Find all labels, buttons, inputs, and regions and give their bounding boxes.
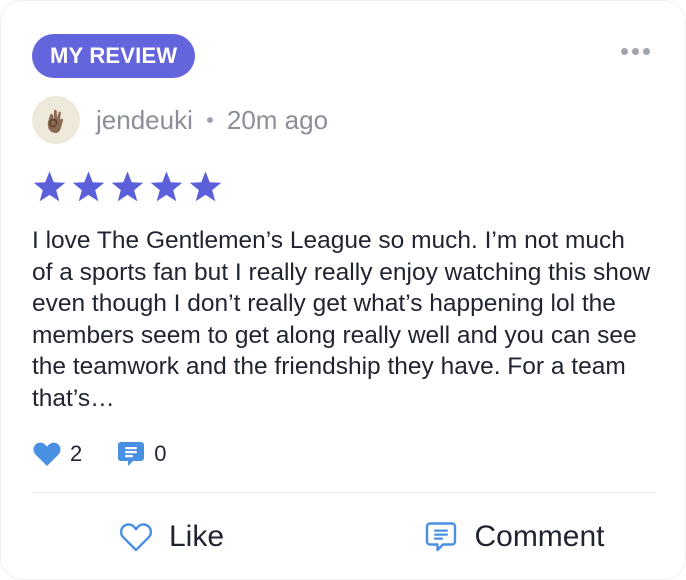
comments-count: 0 [154, 441, 167, 466]
comment-button[interactable]: Comment [343, 500, 686, 574]
more-dot [632, 48, 639, 55]
divider [32, 492, 656, 493]
likes-stat: 2 [32, 440, 82, 468]
star-icon [189, 171, 222, 202]
review-card: MY REVIEW jendeuki 20m ago I love The Ge… [0, 0, 686, 580]
comment-label: Comment [474, 520, 605, 553]
more-dot [643, 48, 650, 55]
more-dot [621, 48, 628, 55]
action-bar: Like Comment [0, 500, 686, 574]
avatar[interactable] [32, 96, 80, 144]
author-username[interactable]: jendeuki [96, 105, 193, 136]
author-row: jendeuki 20m ago [32, 96, 328, 144]
review-text[interactable]: I love The Gentlemen’s League so much. I… [32, 225, 652, 414]
stats-row: 2 0 [32, 436, 201, 472]
like-button[interactable]: Like [0, 500, 343, 574]
comment-filled-icon [118, 442, 145, 466]
heart-outline-icon [119, 523, 153, 552]
my-review-badge: MY REVIEW [32, 34, 196, 78]
star-icon [33, 171, 66, 202]
comment-outline-icon [426, 522, 457, 552]
more-options-icon[interactable] [621, 48, 650, 55]
post-time: 20m ago [226, 104, 329, 135]
heart-filled-icon [33, 442, 61, 466]
likes-count: 2 [70, 441, 83, 466]
separator-dot [206, 117, 213, 123]
star-icon [111, 171, 144, 202]
comments-stat: 0 [116, 439, 167, 469]
ok-hand-avatar-icon [47, 109, 64, 133]
star-icon [150, 171, 183, 202]
star-icon [72, 171, 105, 202]
like-label: Like [168, 520, 225, 553]
star-rating [32, 170, 223, 204]
